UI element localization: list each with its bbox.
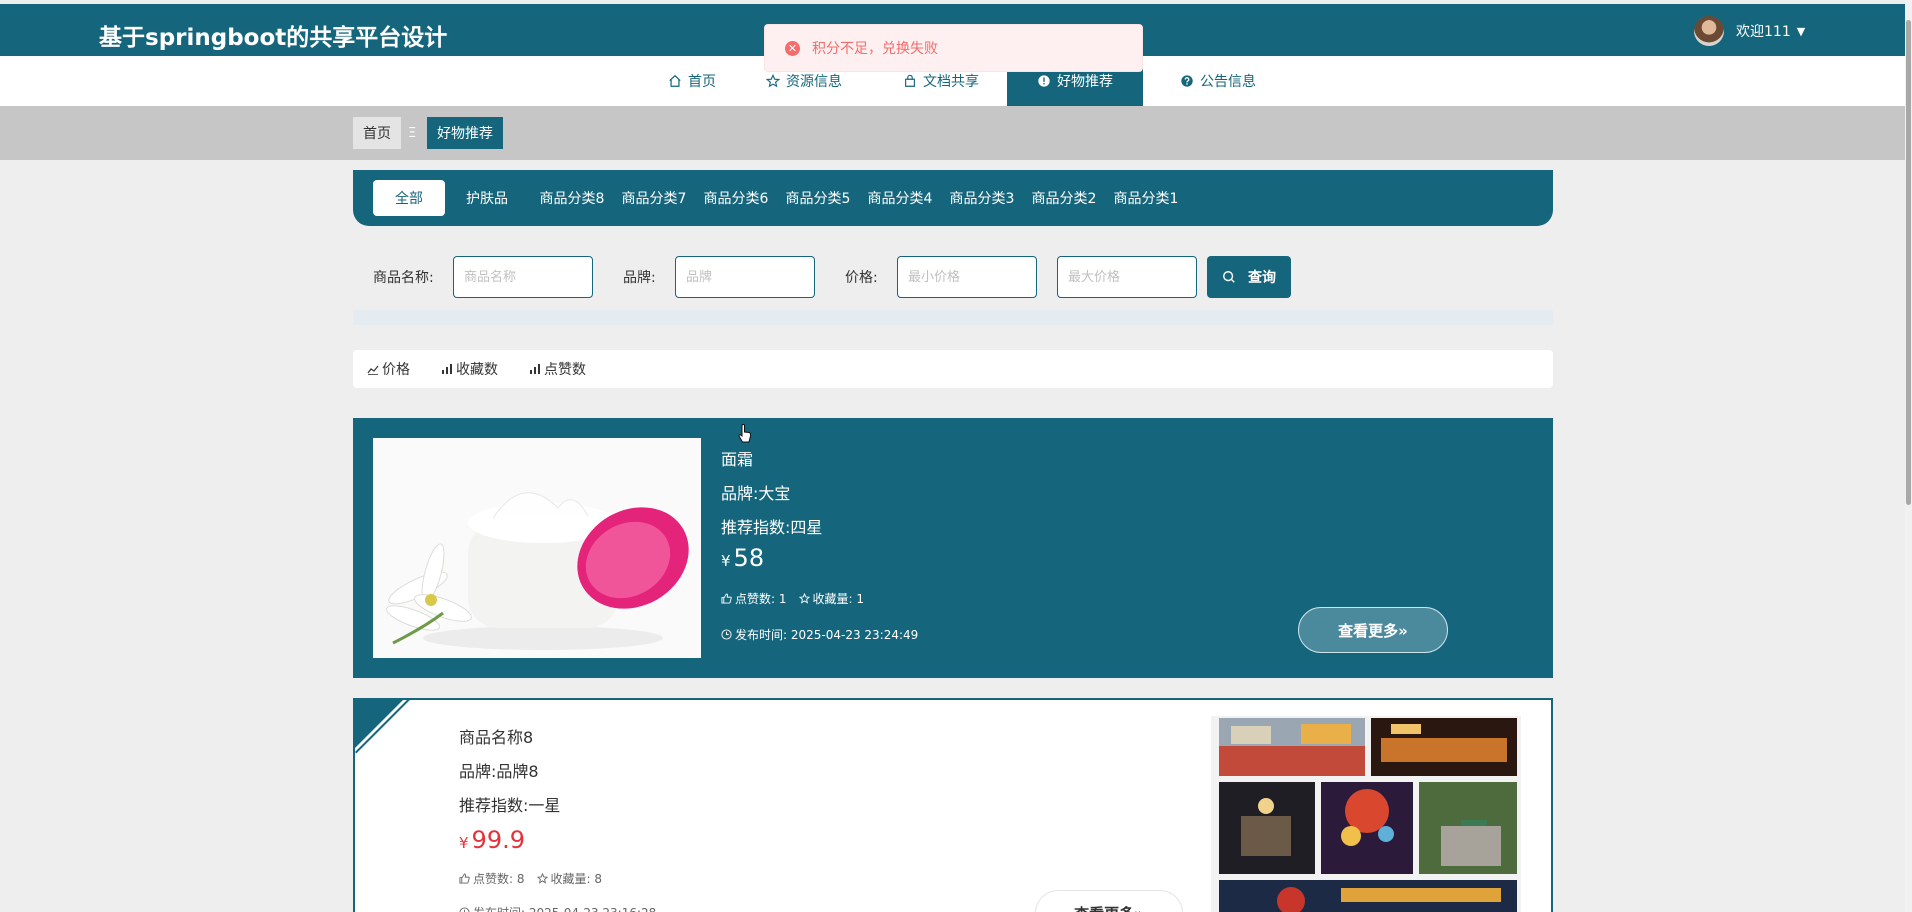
- category-item[interactable]: 商品分类6: [703, 180, 769, 216]
- nav-item-label: 好物推荐: [1057, 74, 1113, 90]
- clock-icon: [721, 629, 732, 640]
- brand-label: 品牌:: [623, 270, 656, 286]
- nav-item-home[interactable]: 首页: [646, 56, 738, 106]
- brand-input[interactable]: [675, 256, 815, 298]
- sort-by-likes[interactable]: 点赞数: [529, 350, 586, 388]
- nav-item-notices[interactable]: 公告信息: [1168, 56, 1268, 106]
- product-brand: 品牌:品牌8: [459, 762, 539, 781]
- sort-by-favorites[interactable]: 收藏数: [441, 350, 498, 388]
- currency-symbol: ¥: [459, 834, 469, 852]
- product-image[interactable]: [1211, 716, 1521, 912]
- product-name-label: 商品名称:: [373, 270, 434, 286]
- caret-down-icon[interactable]: ▼: [1797, 25, 1805, 38]
- price-value: 99.9: [471, 826, 525, 854]
- product-card[interactable]: 面霜 品牌:大宝 推荐指数:四星 ¥58 点赞数: 1 收藏量: 1 发布时间:…: [353, 418, 1553, 678]
- sort-by-price[interactable]: 价格: [367, 350, 410, 388]
- category-item[interactable]: 商品分类4: [867, 180, 933, 216]
- star-icon: [798, 593, 810, 604]
- home-icon: [669, 74, 681, 87]
- hand-pointer-icon: [738, 424, 752, 443]
- section-divider: [353, 310, 1553, 325]
- trend-line-icon: [367, 365, 379, 375]
- category-item[interactable]: 商品分类7: [621, 180, 687, 216]
- product-publish-time: 发布时间: 2025-04-23 23:16:28: [459, 904, 656, 912]
- view-more-button[interactable]: 查看更多»: [1035, 890, 1183, 912]
- search-button[interactable]: 查询: [1207, 256, 1291, 298]
- product-name[interactable]: 商品名称8: [459, 724, 533, 748]
- like-count: 点赞数: 1: [735, 592, 787, 606]
- bag-icon: [905, 74, 915, 87]
- user-greeting[interactable]: 欢迎111: [1736, 21, 1791, 41]
- search-form: 商品名称: 品牌: 价格: 查询: [353, 256, 1553, 298]
- max-price-input[interactable]: [1057, 256, 1197, 298]
- publish-time: 发布时间: 2025-04-23 23:24:49: [735, 628, 919, 642]
- category-item[interactable]: 商品分类3: [949, 180, 1015, 216]
- search-icon: [1223, 271, 1235, 283]
- page-scrollbar[interactable]: [1905, 0, 1912, 912]
- product-name-input[interactable]: [453, 256, 593, 298]
- breadcrumb-band: 首页 Ξ 好物推荐: [0, 106, 1905, 160]
- category-item[interactable]: 商品分类2: [1031, 180, 1097, 216]
- product-price: ¥58: [721, 544, 764, 572]
- thumbs-up-icon: [721, 593, 732, 604]
- favorite-count: 收藏量: 8: [550, 872, 603, 886]
- scrollbar-thumb[interactable]: [1906, 20, 1911, 505]
- nav-item-label: 首页: [688, 74, 716, 90]
- exclamation-circle-icon: [1038, 75, 1050, 87]
- star-icon: [536, 873, 548, 884]
- category-item[interactable]: 商品分类5: [785, 180, 851, 216]
- clock-icon: [459, 907, 470, 912]
- product-price: ¥99.9: [459, 826, 525, 854]
- category-item[interactable]: 商品分类8: [539, 180, 605, 216]
- error-toast: ✕ 积分不足，兑换失败: [764, 24, 1143, 72]
- publish-time: 发布时间: 2025-04-23 23:16:28: [473, 904, 656, 912]
- nav-item-label: 文档共享: [923, 74, 979, 90]
- nav-item-label: 资源信息: [786, 74, 842, 90]
- price-value: 58: [733, 544, 765, 572]
- toast-message: 积分不足，兑换失败: [812, 41, 938, 57]
- user-menu[interactable]: 欢迎111 ▼: [1694, 15, 1805, 47]
- sort-bar: 价格 收藏数 点赞数: [353, 350, 1553, 388]
- avatar[interactable]: [1694, 16, 1724, 46]
- price-label: 价格:: [845, 270, 878, 286]
- view-more-button[interactable]: 查看更多»: [1298, 607, 1448, 653]
- product-stats: 点赞数: 1 收藏量: 1: [721, 590, 864, 607]
- nav-item-label: 公告信息: [1200, 74, 1256, 90]
- category-item[interactable]: 护肤品: [464, 180, 510, 216]
- category-item[interactable]: 商品分类1: [1113, 180, 1179, 216]
- favorite-count: 收藏量: 1: [812, 592, 865, 606]
- like-count: 点赞数: 8: [473, 872, 525, 886]
- product-publish-time: 发布时间: 2025-04-23 23:24:49: [721, 626, 918, 643]
- face-cream-illustration: [373, 438, 701, 658]
- thumbs-up-icon: [459, 873, 470, 884]
- product-brand: 品牌:大宝: [721, 484, 791, 503]
- min-price-input[interactable]: [897, 256, 1037, 298]
- sort-label: 点赞数: [544, 362, 586, 378]
- bar-chart-icon: [530, 364, 540, 374]
- sort-label: 价格: [382, 362, 410, 378]
- search-button-label: 查询: [1248, 269, 1276, 285]
- star-icon: [766, 74, 780, 88]
- breadcrumb-home[interactable]: 首页: [353, 117, 401, 149]
- category-all[interactable]: 全部: [373, 180, 445, 216]
- street-photo-collage: [1219, 718, 1517, 912]
- product-name[interactable]: 面霜: [721, 446, 753, 470]
- error-circle-icon: ✕: [785, 40, 800, 56]
- bar-chart-icon: [442, 364, 452, 374]
- breadcrumb-current: 好物推荐: [427, 117, 503, 149]
- question-circle-icon: [1181, 75, 1193, 87]
- product-rating: 推荐指数:四星: [721, 518, 823, 537]
- product-rating: 推荐指数:一星: [459, 796, 561, 815]
- site-title: 基于springboot的共享平台设计: [99, 25, 448, 51]
- sort-label: 收藏数: [456, 362, 498, 378]
- product-stats: 点赞数: 8 收藏量: 8: [459, 870, 602, 887]
- corner-decoration: [355, 700, 403, 748]
- category-bar: 全部 护肤品 商品分类8 商品分类7 商品分类6 商品分类5 商品分类4 商品分…: [353, 170, 1553, 226]
- product-image[interactable]: [373, 438, 701, 658]
- currency-symbol: ¥: [721, 552, 731, 570]
- product-card[interactable]: 商品名称8 品牌:品牌8 推荐指数:一星 ¥99.9 点赞数: 8 收藏量: 8…: [353, 698, 1553, 912]
- breadcrumb-separator: Ξ: [408, 125, 417, 141]
